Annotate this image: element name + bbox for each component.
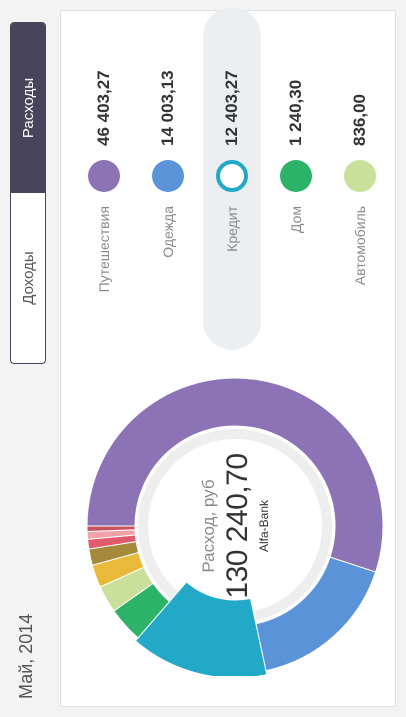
tab-income[interactable]: Доходы <box>11 193 45 363</box>
legend-color-dot <box>344 160 376 192</box>
legend-item[interactable]: Автомобиль 836,00 <box>331 11 389 346</box>
legend-color-dot <box>152 160 184 192</box>
layout: Май, 2014 Расходы Доходы Расход, руб 130… <box>0 0 406 717</box>
expenses-donut-chart[interactable] <box>85 376 385 676</box>
legend-item-value: 46 403,27 <box>94 70 113 146</box>
legend-item-name: Путешествия <box>96 206 112 293</box>
legend-item-value: 14 003,13 <box>158 70 177 146</box>
expense-income-toggle: Расходы Доходы <box>10 22 46 364</box>
legend-item-name: Кредит <box>224 206 240 252</box>
legend-item[interactable]: Кредит 12 403,27 <box>203 7 261 350</box>
legend-item-value: 12 403,27 <box>222 70 241 146</box>
legend-item-value: 1 240,30 <box>286 79 305 146</box>
legend-item[interactable]: Путешествия 46 403,27 <box>75 11 133 346</box>
period-label: Май, 2014 <box>16 613 36 699</box>
legend-item-name: Автомобиль <box>352 206 368 286</box>
legend-item-name: Одежда <box>160 206 176 258</box>
legend-item[interactable]: Одежда 14 003,13 <box>139 11 197 346</box>
legend-item-value: 836,00 <box>350 94 369 146</box>
legend-color-dot <box>216 160 248 192</box>
legend-color-dot <box>280 160 312 192</box>
legend-item-name: Дом <box>288 206 304 234</box>
expenses-panel: Расход, руб 130 240,70 Alfa-Bank Путешес… <box>60 7 396 707</box>
legend-color-dot <box>88 160 120 192</box>
donut-inner-ring <box>138 429 332 623</box>
legend-item[interactable]: Дом 1 240,30 <box>267 11 325 346</box>
category-legend: Путешествия 46 403,27 Одежда 14 003,13 Креди… <box>61 7 395 350</box>
tab-expenses[interactable]: Расходы <box>11 23 45 193</box>
app-root: Май, 2014 Расходы Доходы Расход, руб 130… <box>0 0 406 717</box>
